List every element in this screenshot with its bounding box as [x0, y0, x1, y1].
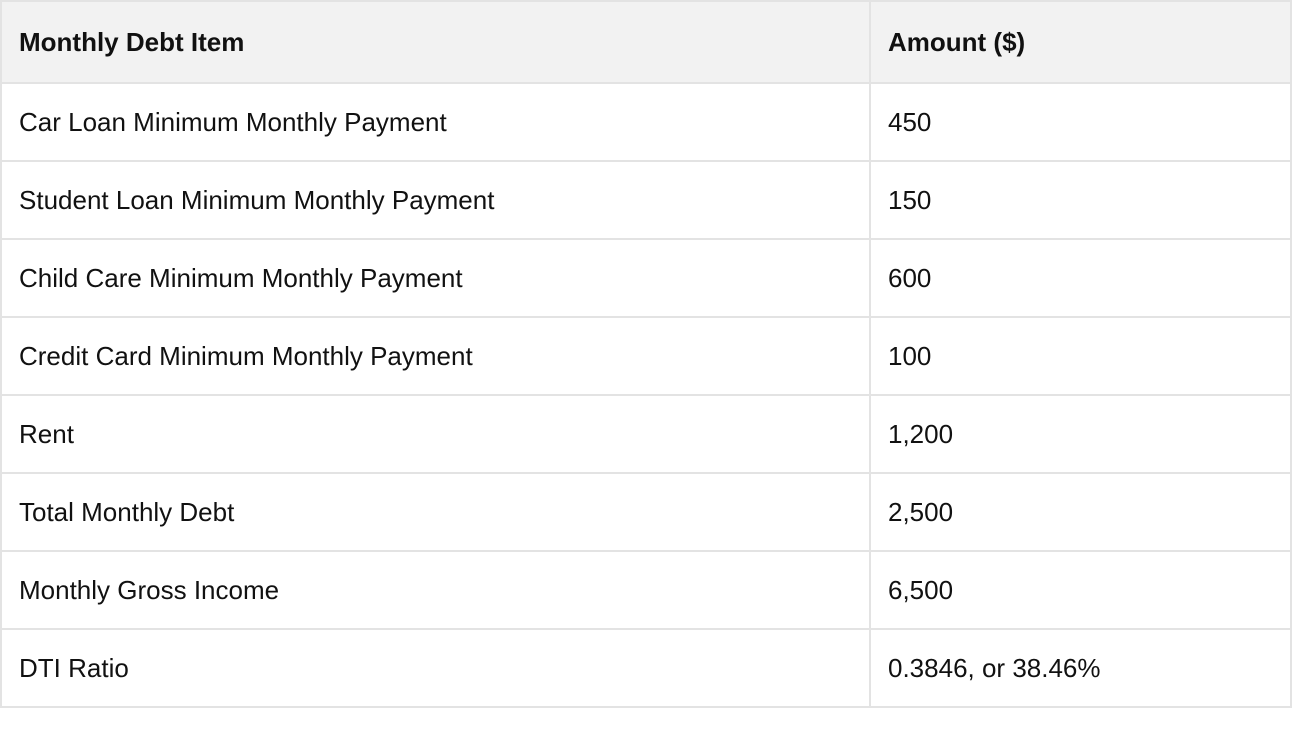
debt-item-cell: Monthly Gross Income	[0, 550, 871, 630]
debt-item-cell: Total Monthly Debt	[0, 472, 871, 552]
debt-item-cell: Credit Card Minimum Monthly Payment	[0, 316, 871, 396]
amount-cell: 450	[869, 82, 1292, 162]
table-row: Total Monthly Debt 2,500	[0, 472, 1292, 552]
debt-item-cell: DTI Ratio	[0, 628, 871, 708]
table-row: Student Loan Minimum Monthly Payment 150	[0, 160, 1292, 240]
table-header-row: Monthly Debt Item Amount ($)	[0, 0, 1292, 84]
table-row: Child Care Minimum Monthly Payment 600	[0, 238, 1292, 318]
amount-cell: 0.3846, or 38.46%	[869, 628, 1292, 708]
table-row: Monthly Gross Income 6,500	[0, 550, 1292, 630]
amount-cell: 150	[869, 160, 1292, 240]
amount-cell: 1,200	[869, 394, 1292, 474]
dti-table-container: Monthly Debt Item Amount ($) Car Loan Mi…	[0, 0, 1292, 708]
header-debt-item: Monthly Debt Item	[0, 0, 871, 84]
debt-item-cell: Child Care Minimum Monthly Payment	[0, 238, 871, 318]
table-row: Rent 1,200	[0, 394, 1292, 474]
debt-item-cell: Student Loan Minimum Monthly Payment	[0, 160, 871, 240]
amount-cell: 2,500	[869, 472, 1292, 552]
amount-cell: 6,500	[869, 550, 1292, 630]
amount-cell: 100	[869, 316, 1292, 396]
table-row: DTI Ratio 0.3846, or 38.46%	[0, 628, 1292, 708]
table-row: Credit Card Minimum Monthly Payment 100	[0, 316, 1292, 396]
header-amount: Amount ($)	[869, 0, 1292, 84]
amount-cell: 600	[869, 238, 1292, 318]
debt-item-cell: Rent	[0, 394, 871, 474]
table-row: Car Loan Minimum Monthly Payment 450	[0, 82, 1292, 162]
debt-item-cell: Car Loan Minimum Monthly Payment	[0, 82, 871, 162]
dti-table: Monthly Debt Item Amount ($) Car Loan Mi…	[0, 0, 1292, 708]
